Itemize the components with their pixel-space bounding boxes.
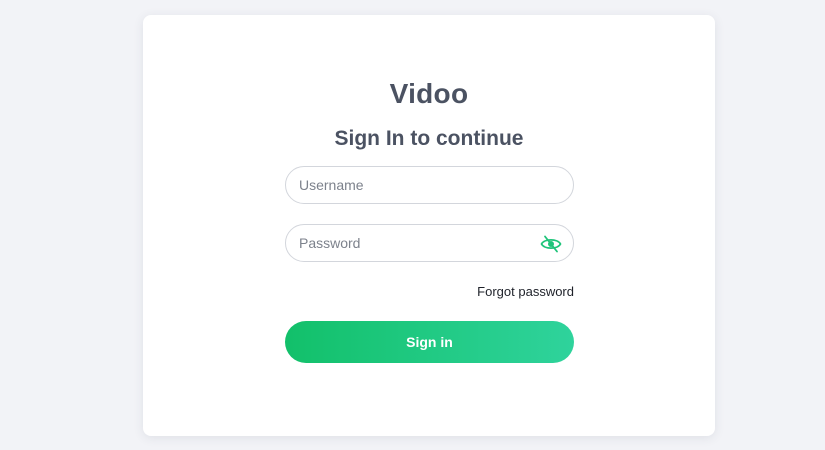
username-field [285,166,574,204]
forgot-password-link[interactable]: Forgot password [285,284,574,299]
username-input[interactable] [286,167,573,203]
sign-in-button[interactable]: Sign in [285,321,574,363]
password-input[interactable] [286,225,573,261]
password-field [285,224,574,262]
eye-slash-icon[interactable] [540,234,562,254]
brand-title: Vidoo [389,78,469,109]
login-subtitle: Sign In to continue [334,127,524,150]
page: Vidoo Sign In to continue Forgot passwor… [0,0,825,450]
login-card: Vidoo Sign In to continue Forgot passwor… [143,15,715,436]
